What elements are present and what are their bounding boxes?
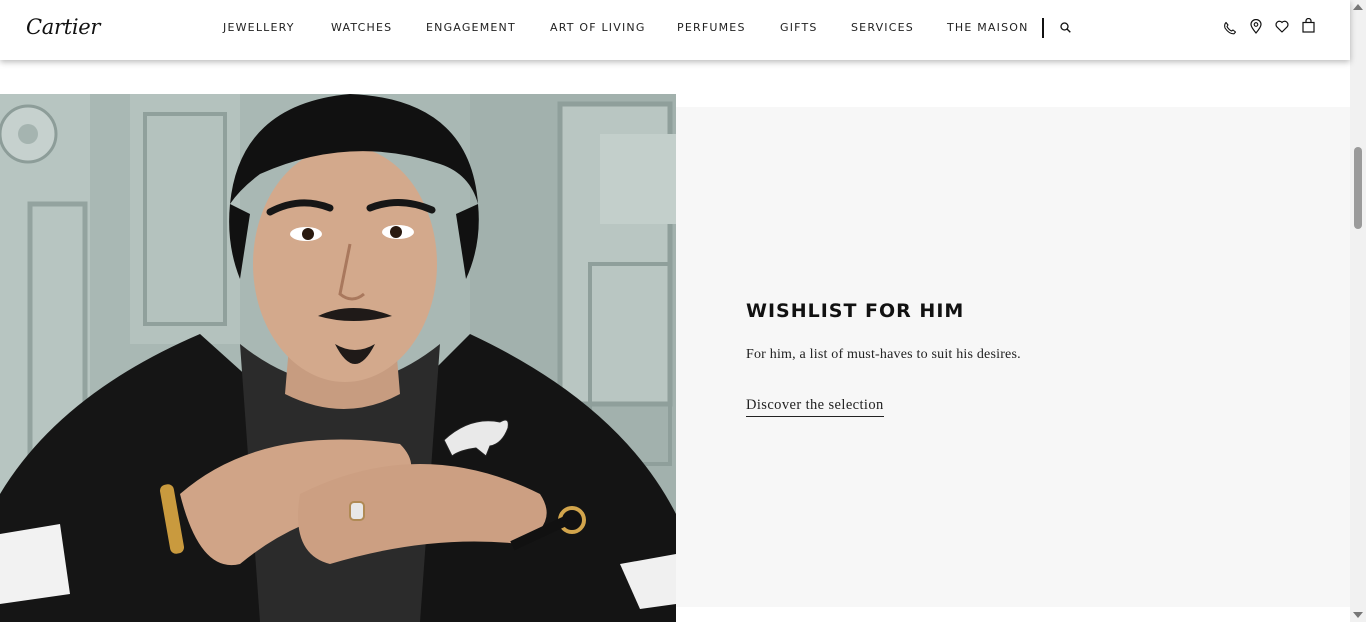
nav-item-gifts[interactable]: GIFTS bbox=[780, 21, 818, 34]
nav-item-the-maison[interactable]: THE MAISON bbox=[947, 21, 1029, 34]
nav-item-art-of-living[interactable]: ART OF LIVING bbox=[550, 21, 646, 34]
page-scrollbar[interactable] bbox=[1350, 0, 1366, 622]
heart-icon[interactable] bbox=[1275, 20, 1289, 33]
shopping-bag-icon[interactable] bbox=[1302, 18, 1315, 33]
hero-image bbox=[0, 94, 676, 622]
phone-icon[interactable] bbox=[1223, 21, 1237, 35]
nav-item-engagement[interactable]: ENGAGEMENT bbox=[426, 21, 516, 34]
main-nav: JEWELLERY WATCHES ENGAGEMENT ART OF LIVI… bbox=[0, 21, 1350, 37]
location-pin-icon[interactable] bbox=[1250, 19, 1262, 34]
wishlist-feature-panel: WISHLIST FOR HIM For him, a list of must… bbox=[676, 107, 1350, 607]
nav-item-perfumes[interactable]: PERFUMES bbox=[677, 21, 746, 34]
nav-item-jewellery[interactable]: JEWELLERY bbox=[223, 21, 295, 34]
feature-description: For him, a list of must-haves to suit hi… bbox=[746, 347, 1021, 362]
nav-item-services[interactable]: SERVICES bbox=[851, 21, 914, 34]
site-header: Cartier JEWELLERY WATCHES ENGAGEMENT ART… bbox=[0, 0, 1350, 60]
feature-title: WISHLIST FOR HIM bbox=[746, 300, 965, 322]
nav-item-watches[interactable]: WATCHES bbox=[331, 21, 392, 34]
discover-selection-link[interactable]: Discover the selection bbox=[746, 397, 884, 417]
scroll-up-arrow[interactable] bbox=[1353, 4, 1363, 10]
man-portrait-illustration bbox=[0, 94, 676, 622]
scrollbar-thumb[interactable] bbox=[1354, 147, 1362, 229]
nav-divider bbox=[1042, 18, 1044, 38]
search-icon[interactable] bbox=[1060, 22, 1071, 33]
scroll-down-arrow[interactable] bbox=[1353, 612, 1363, 618]
